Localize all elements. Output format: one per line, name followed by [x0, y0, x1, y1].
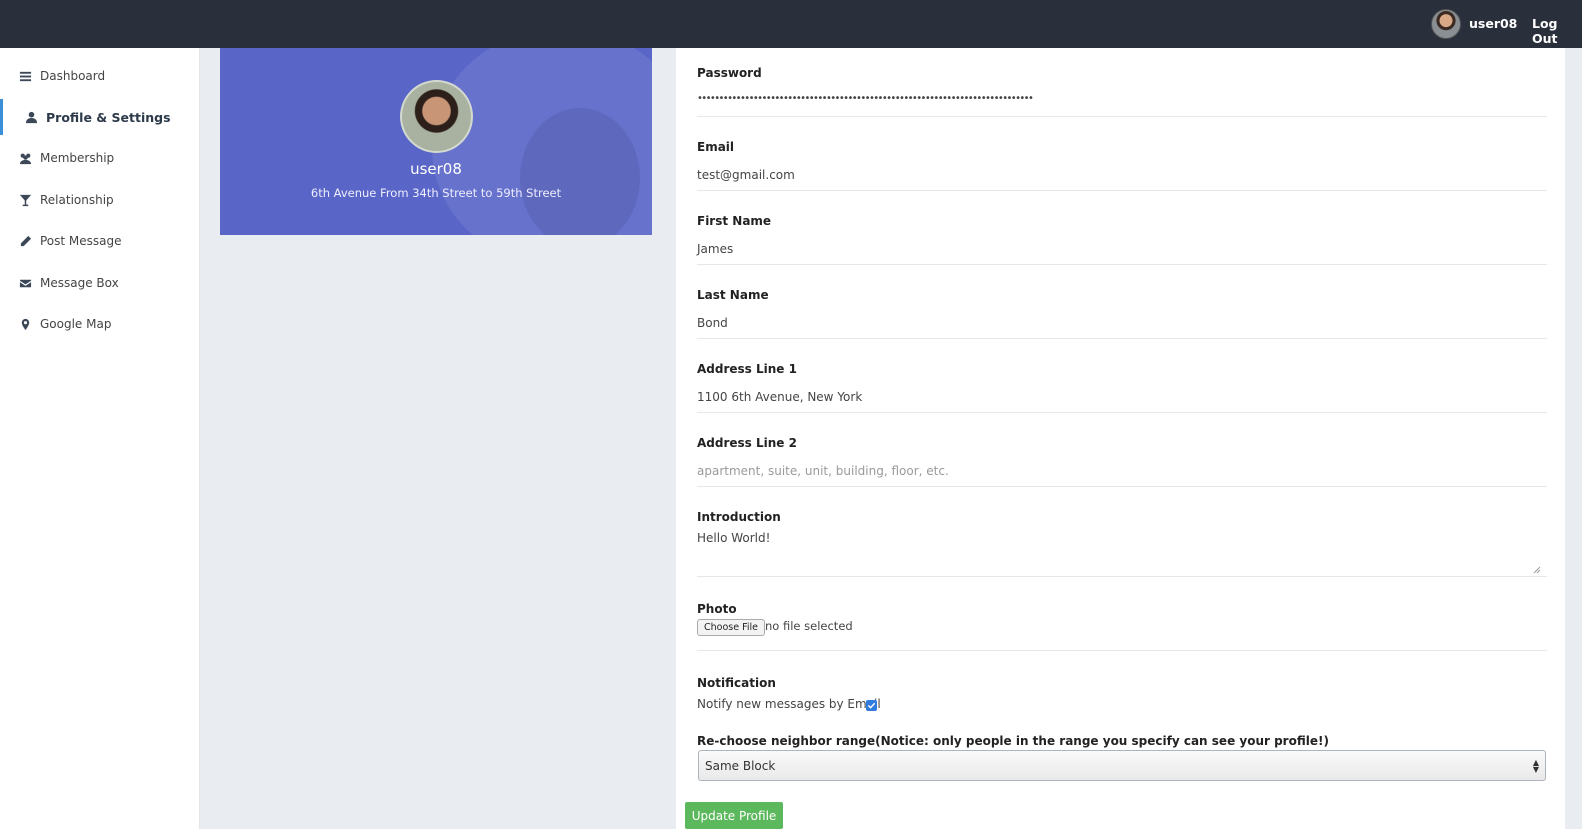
sidebar-item-relationship[interactable]: Relationship	[0, 182, 200, 218]
check-icon	[867, 702, 876, 709]
map-marker-icon	[18, 317, 32, 331]
first-name-field[interactable]: James	[697, 242, 733, 256]
pencil-icon	[18, 234, 32, 248]
sidebar-item-dashboard[interactable]: Dashboard	[0, 58, 200, 94]
divider	[697, 116, 1547, 117]
introduction-label: Introduction	[697, 510, 781, 524]
sidebar-item-post-message[interactable]: Post Message	[0, 223, 200, 259]
sidebar-item-label: Message Box	[40, 276, 119, 290]
address-line1-label: Address Line 1	[697, 362, 797, 376]
update-profile-button[interactable]: Update Profile	[685, 802, 783, 829]
neighbor-range-label: Re-choose neighbor range(Notice: only pe…	[697, 734, 1329, 748]
user-avatar[interactable]	[1431, 9, 1461, 39]
email-label: Email	[697, 140, 735, 154]
profile-photo	[400, 80, 473, 153]
sidebar-item-label: Membership	[40, 151, 115, 165]
sidebar-item-label: Post Message	[40, 234, 122, 248]
address-line2-label: Address Line 2	[697, 436, 797, 450]
profile-card: user08 6th Avenue From 34th Street to 59…	[220, 48, 652, 235]
last-name-field[interactable]: Bond	[697, 316, 728, 330]
topbar-username[interactable]: user08	[1469, 16, 1517, 31]
file-status: no file selected	[765, 619, 853, 633]
divider	[697, 650, 1547, 651]
address-line2-field[interactable]: apartment, suite, unit, building, floor,…	[697, 464, 949, 478]
resize-handle-icon[interactable]	[1533, 566, 1541, 574]
logout-link[interactable]: Log Out	[1532, 16, 1582, 46]
last-name-label: Last Name	[697, 288, 769, 302]
divider	[697, 190, 1547, 191]
divider	[697, 338, 1547, 339]
choose-file-button[interactable]: Choose File	[697, 619, 765, 636]
top-navbar: user08 Log Out	[0, 0, 1582, 48]
bars-icon	[18, 69, 32, 83]
settings-form-panel	[676, 48, 1565, 829]
profile-username: user08	[410, 160, 462, 178]
sidebar-item-label: Relationship	[40, 193, 114, 207]
users-icon	[18, 151, 32, 165]
neighbor-range-value: Same Block	[705, 758, 776, 773]
photo-label: Photo	[697, 602, 737, 616]
user-icon	[24, 110, 38, 124]
select-arrows-icon: ▲ ▼	[1532, 758, 1539, 774]
divider	[697, 264, 1547, 265]
email-field[interactable]: test@gmail.com	[697, 168, 795, 182]
notify-email-label: Notify new messages by Email	[697, 697, 881, 711]
notify-email-checkbox[interactable]	[866, 700, 877, 711]
sidebar-item-label: Google Map	[40, 317, 112, 331]
envelope-icon	[18, 276, 32, 290]
sidebar-item-message-box[interactable]: Message Box	[0, 265, 200, 301]
neighbor-range-select[interactable]: Same Block ▲ ▼	[698, 750, 1546, 781]
introduction-textarea[interactable]: Hello World!	[697, 531, 770, 545]
sidebar-item-label: Profile & Settings	[46, 109, 171, 125]
address-line1-field[interactable]: 1100 6th Avenue, New York	[697, 390, 862, 404]
glass-icon	[18, 193, 32, 207]
notification-label: Notification	[697, 676, 776, 690]
profile-address: 6th Avenue From 34th Street to 59th Stre…	[310, 186, 562, 200]
password-field[interactable]: ••••••••••••••••••••••••••••••••••••••••…	[697, 93, 1034, 104]
first-name-label: First Name	[697, 214, 772, 228]
sidebar-item-profile-settings[interactable]: Profile & Settings	[0, 99, 200, 135]
sidebar-item-membership[interactable]: Membership	[0, 140, 200, 176]
sidebar-item-google-map[interactable]: Google Map	[0, 306, 200, 342]
sidebar-item-label: Dashboard	[40, 69, 106, 83]
divider	[697, 412, 1547, 413]
divider	[697, 486, 1547, 487]
password-label: Password	[697, 66, 762, 80]
divider	[697, 576, 1547, 577]
sidebar: Dashboard Profile & Settings Membership …	[0, 48, 200, 829]
